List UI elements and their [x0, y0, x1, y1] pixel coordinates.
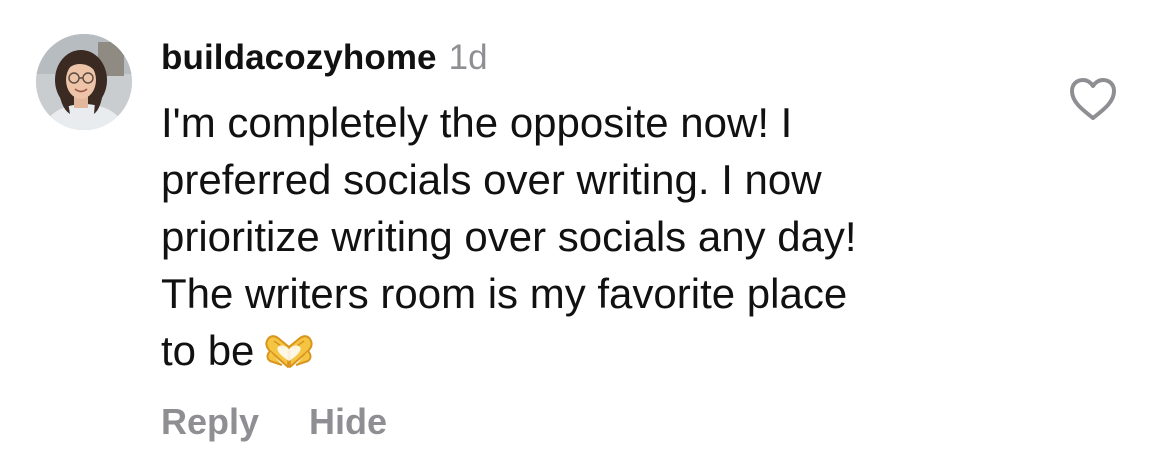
comment-text: I'm completely the opposite now! I prefe…	[161, 94, 1021, 379]
avatar-image	[36, 34, 132, 130]
heart-hands-icon	[260, 329, 318, 373]
hide-button[interactable]: Hide	[309, 401, 387, 442]
heart-outline-icon	[1070, 78, 1116, 120]
like-button[interactable]	[1068, 76, 1118, 122]
comment-actions: Reply Hide	[161, 400, 387, 444]
comment-header: buildacozyhome 1d	[161, 36, 488, 80]
timestamp: 1d	[448, 38, 488, 77]
reply-button[interactable]: Reply	[161, 401, 259, 442]
avatar[interactable]	[36, 34, 132, 130]
comment: buildacozyhome 1d I'm completely the oppo…	[0, 0, 1150, 461]
username[interactable]: buildacozyhome	[161, 38, 437, 77]
